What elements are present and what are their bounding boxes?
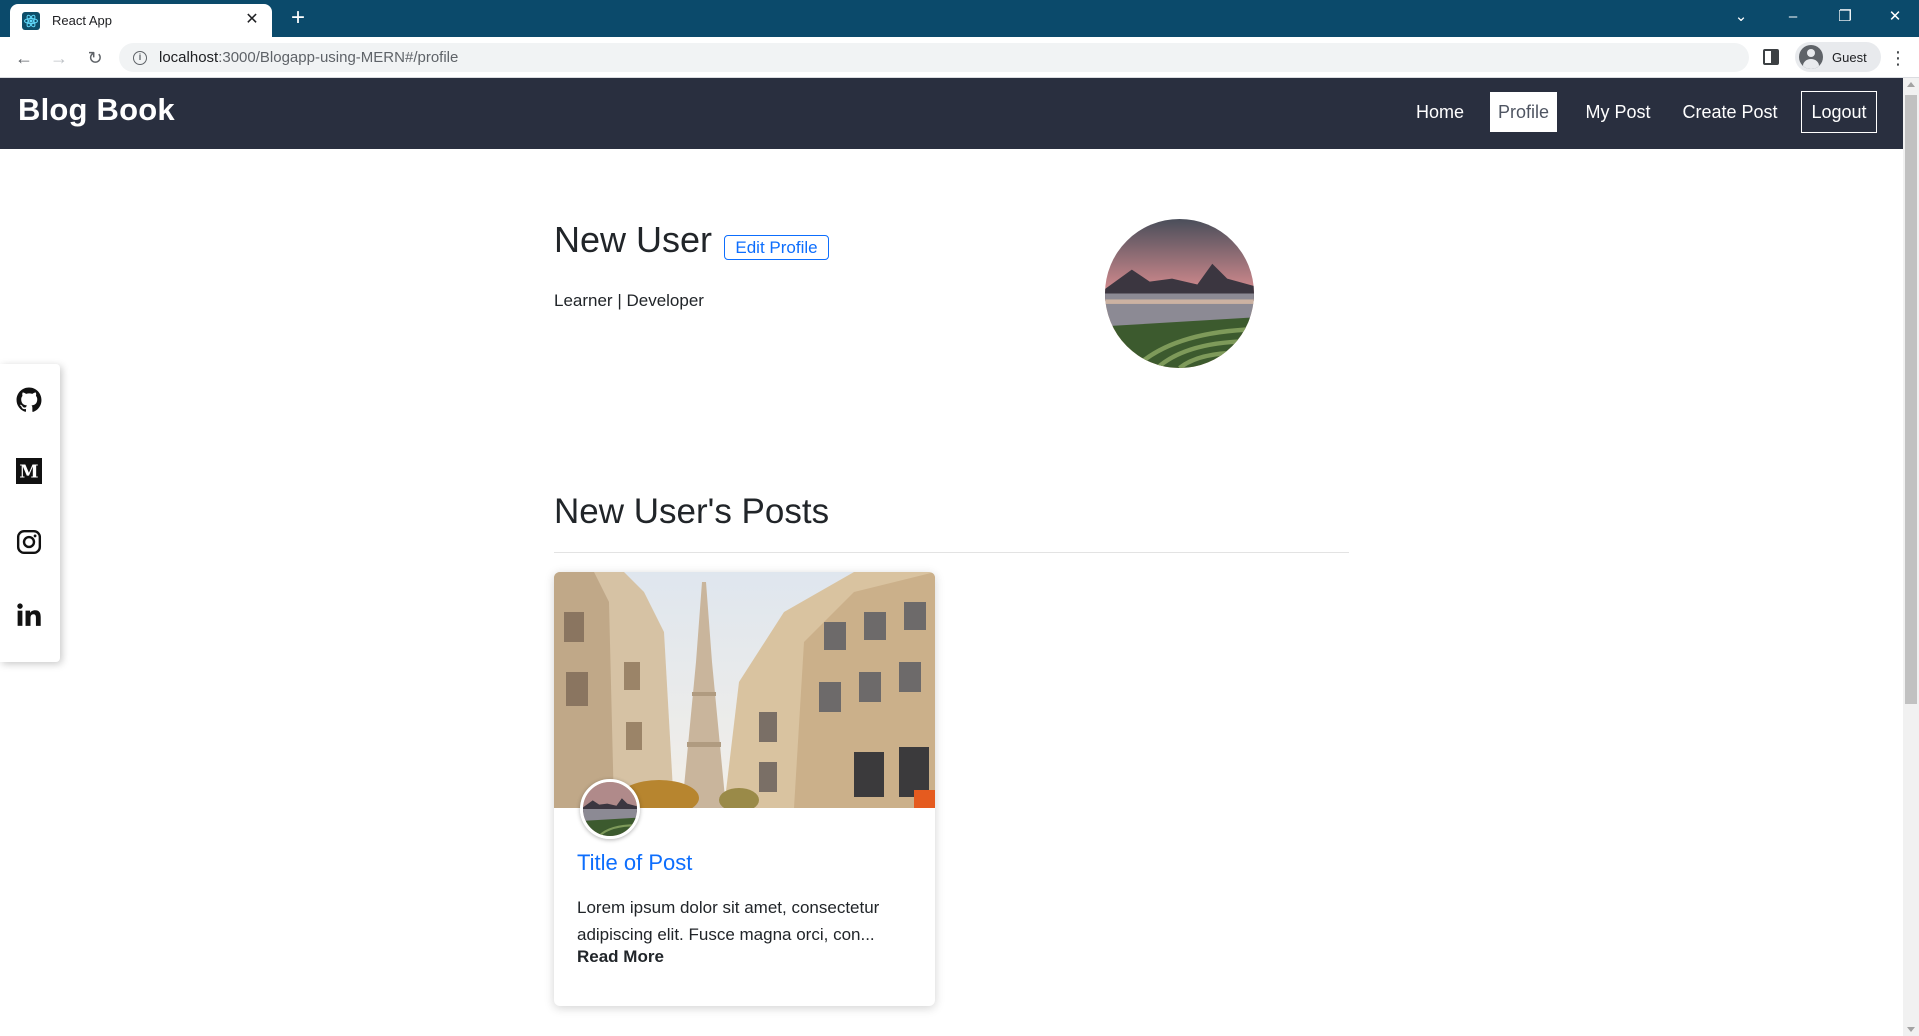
react-icon — [22, 11, 40, 30]
github-icon[interactable] — [16, 387, 42, 413]
tab-search-icon[interactable]: ⌄ — [1718, 0, 1764, 34]
linkedin-icon[interactable] — [16, 602, 42, 628]
instagram-icon[interactable] — [16, 529, 42, 555]
close-icon[interactable]: ✕ — [242, 10, 262, 30]
restore-icon[interactable]: ❐ — [1822, 0, 1868, 34]
new-tab-button[interactable]: + — [285, 6, 311, 32]
minimize-icon[interactable]: – — [1770, 0, 1816, 34]
browser-titlebar: React App ✕ + ⌄ – ❐ ✕ — [0, 0, 1919, 37]
profile-button[interactable]: Guest — [1795, 42, 1881, 72]
social-sidebar: M — [0, 364, 60, 662]
nav-home[interactable]: Home — [1404, 92, 1476, 132]
page-viewport: Blog Book Home Profile My Post Create Po… — [0, 78, 1903, 1036]
reload-icon[interactable]: ↻ — [82, 45, 108, 71]
browser-toolbar: ← → ↻ i localhost:3000/Blogapp-using-MER… — [0, 37, 1919, 78]
post-excerpt: Lorem ipsum dolor sit amet, consectetur … — [577, 898, 880, 944]
post-title[interactable]: Title of Post — [577, 850, 692, 876]
back-icon[interactable]: ← — [11, 45, 37, 71]
guest-avatar-icon — [1799, 45, 1823, 69]
forward-icon[interactable]: → — [46, 45, 72, 71]
nav-my-post[interactable]: My Post — [1577, 92, 1659, 132]
app-navbar: Blog Book Home Profile My Post Create Po… — [0, 78, 1903, 149]
address-input[interactable]: i localhost:3000/Blogapp-using-MERN#/pro… — [119, 43, 1749, 72]
author-avatar — [580, 779, 640, 839]
brand-logo[interactable]: Blog Book — [18, 92, 175, 128]
page-scrollbar[interactable] — [1903, 78, 1919, 1036]
url-text: localhost:3000/Blogapp-using-MERN#/profi… — [159, 49, 459, 66]
scroll-thumb[interactable] — [1905, 95, 1917, 704]
medium-icon[interactable]: M — [16, 458, 42, 484]
svg-text:M: M — [19, 463, 38, 483]
profile-bio: Learner | Developer — [554, 291, 704, 310]
read-more-link[interactable]: Read More — [577, 947, 664, 967]
scroll-down-icon[interactable] — [1907, 1027, 1915, 1032]
window-close-icon[interactable]: ✕ — [1872, 0, 1918, 34]
profile-label: Guest — [1832, 49, 1867, 65]
post-card[interactable]: Title of Post Lorem ipsum dolor sit amet… — [554, 572, 935, 1006]
browser-tab[interactable]: React App ✕ — [10, 4, 272, 37]
post-image — [554, 572, 935, 808]
nav-create-post[interactable]: Create Post — [1677, 92, 1783, 132]
side-panel-icon[interactable] — [1763, 49, 1779, 65]
edit-profile-button[interactable]: Edit Profile — [724, 235, 829, 260]
posts-heading: New User's Posts — [554, 492, 830, 531]
site-info-icon[interactable]: i — [133, 50, 147, 65]
scroll-up-icon[interactable] — [1907, 82, 1915, 87]
logout-button[interactable]: Logout — [1801, 91, 1877, 133]
profile-name: New User — [554, 219, 713, 260]
tab-title: React App — [52, 13, 112, 28]
profile-avatar — [1105, 219, 1254, 368]
nav-profile[interactable]: Profile — [1490, 92, 1557, 132]
section-divider — [554, 552, 1349, 553]
menu-kebab-icon[interactable]: ⋮ — [1888, 46, 1908, 70]
